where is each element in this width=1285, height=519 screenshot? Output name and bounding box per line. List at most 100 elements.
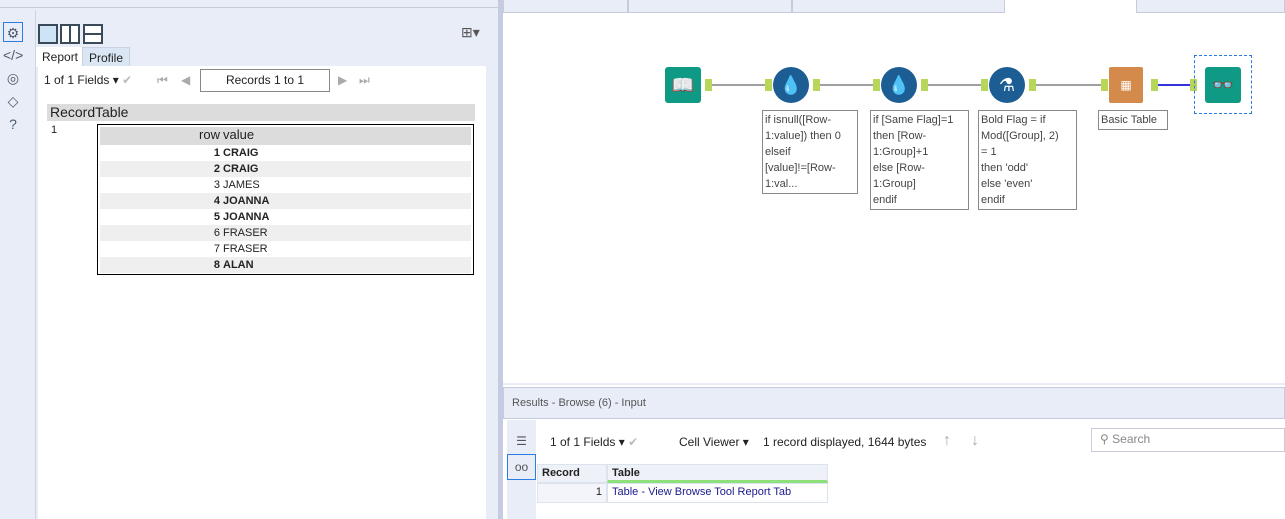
- annotation[interactable]: if [Same Flag]=1 then [Row- 1:Group]+1 e…: [870, 110, 969, 210]
- formula-flask-icon[interactable]: ⚗: [989, 67, 1025, 103]
- arrow-up-icon[interactable]: ↑: [943, 432, 951, 450]
- connection: [820, 84, 880, 86]
- single-layout-button[interactable]: [38, 24, 58, 44]
- table-row: 8 ALAN: [100, 257, 471, 273]
- tab-report[interactable]: Report: [36, 47, 85, 67]
- viewer-label: Cell Viewer: [679, 435, 740, 449]
- row-value: JOANNA: [223, 195, 270, 207]
- connection: [1158, 84, 1192, 86]
- row-number: 7: [213, 243, 220, 255]
- results-sidebar: ☰ oo: [507, 420, 536, 519]
- search-placeholder: Search: [1112, 432, 1151, 446]
- results-cell-record: 1: [537, 483, 607, 503]
- row-number: 5: [213, 211, 220, 223]
- outer-table-header: RecordTable: [47, 104, 475, 121]
- connection: [1036, 84, 1108, 86]
- table-row: 2 CRAIG: [100, 161, 471, 177]
- results-fields-dropdown[interactable]: 1 of 1 Fields ▾ ✔: [550, 435, 638, 449]
- search-input[interactable]: ⚲ Search: [1091, 428, 1285, 452]
- connection-icon[interactable]: ◎: [3, 68, 23, 88]
- check-icon[interactable]: ✔: [122, 73, 132, 87]
- annotation[interactable]: Basic Table: [1098, 110, 1168, 130]
- list-view-icon[interactable]: ☰: [507, 434, 536, 448]
- table-row: 4 JOANNA: [100, 193, 471, 209]
- fields-dropdown[interactable]: 1 of 1 Fields ▾ ✔: [44, 73, 132, 87]
- add-window-dropdown-icon[interactable]: ⊞▾: [461, 24, 480, 41]
- canvas-tab[interactable]: [503, 0, 628, 13]
- results-header-record[interactable]: Record: [537, 464, 607, 483]
- input-anchor[interactable]: [981, 79, 988, 91]
- table-row: 3 JAMES: [100, 177, 471, 193]
- results-status: 1 record displayed, 1644 bytes: [763, 435, 927, 449]
- arrow-down-icon[interactable]: ↓: [971, 432, 979, 450]
- horizontal-layout-button[interactable]: [60, 24, 80, 44]
- input-anchor[interactable]: [765, 79, 772, 91]
- inner-header: row value: [100, 127, 471, 145]
- output-anchor[interactable]: [705, 79, 712, 91]
- table-row: 6 FRASER: [100, 225, 471, 241]
- gear-icon[interactable]: ⚙: [3, 22, 23, 42]
- tab-profile[interactable]: Profile: [82, 47, 131, 67]
- row-value: JAMES: [223, 179, 260, 191]
- header-table: Table: [95, 104, 129, 120]
- table-row: 7 FRASER: [100, 241, 471, 257]
- binoculars-icon: 👓: [1205, 67, 1241, 103]
- fields-label: 1 of 1 Fields: [550, 435, 616, 449]
- table-row: 1 CRAIG: [100, 145, 471, 161]
- results-title: Results - Browse (6) - Input: [503, 387, 1285, 419]
- canvas-tab[interactable]: [792, 0, 1005, 13]
- vertical-layout-button[interactable]: [83, 24, 103, 44]
- basic-table-icon[interactable]: ▦: [1109, 67, 1143, 103]
- annotation[interactable]: Bold Flag = if Mod([Group], 2) = 1 then …: [978, 110, 1077, 210]
- header-record: Record: [50, 104, 96, 120]
- row-value: CRAIG: [223, 163, 259, 175]
- row-value: ALAN: [223, 259, 254, 271]
- row-number: 6: [213, 227, 220, 239]
- row-value: JOANNA: [223, 211, 270, 223]
- help-icon[interactable]: ?: [3, 114, 23, 134]
- first-record-icon[interactable]: ⏮: [157, 73, 168, 88]
- header-value: value: [223, 127, 255, 142]
- row-number: 2: [213, 163, 220, 175]
- input-tool-book-icon[interactable]: 📖: [665, 67, 701, 103]
- input-anchor[interactable]: [873, 79, 880, 91]
- last-record-icon[interactable]: ⏭: [359, 73, 370, 88]
- row-value: FRASER: [223, 227, 268, 239]
- prev-record-icon[interactable]: ◀: [181, 73, 190, 87]
- record-number: 1: [51, 124, 58, 136]
- search-icon: ⚲: [1100, 432, 1109, 446]
- binoculars-icon[interactable]: oo: [507, 454, 536, 480]
- report-table: row value 1 CRAIG 2 CRAIG 3 JAMES 4 JOANNA 5 JOANN…: [97, 124, 474, 275]
- output-anchor[interactable]: [1151, 79, 1158, 91]
- browse-tool-selection[interactable]: 👓: [1194, 55, 1252, 114]
- output-anchor[interactable]: [813, 79, 820, 91]
- tag-icon[interactable]: ◇: [3, 91, 23, 111]
- results-cell-table[interactable]: Table - View Browse Tool Report Tab: [607, 483, 828, 503]
- canvas-tab[interactable]: [628, 0, 792, 13]
- fields-label: 1 of 1 Fields: [44, 73, 110, 87]
- check-icon[interactable]: ✔: [628, 435, 638, 449]
- side-icon-bar: ⚙ </> ◎ ◇ ?: [0, 10, 36, 519]
- multi-row-formula-icon[interactable]: 💧: [773, 67, 809, 103]
- input-anchor[interactable]: [1101, 79, 1108, 91]
- output-anchor[interactable]: [1029, 79, 1036, 91]
- connection: [928, 84, 988, 86]
- next-record-icon[interactable]: ▶: [338, 73, 347, 87]
- records-range: Records 1 to 1: [200, 69, 330, 92]
- code-icon[interactable]: </>: [3, 45, 23, 65]
- cell-viewer-dropdown[interactable]: Cell Viewer ▾: [679, 435, 749, 449]
- top-strip: [0, 0, 500, 8]
- table-row: 5 JOANNA: [100, 209, 471, 225]
- annotation[interactable]: if isnull([Row- 1:value]) then 0 elseif …: [762, 110, 858, 194]
- multi-row-formula-icon[interactable]: 💧: [881, 67, 917, 103]
- row-number: 1: [213, 147, 220, 159]
- row-number: 8: [213, 259, 220, 271]
- header-row: row: [199, 127, 220, 142]
- results-header-table[interactable]: Table: [607, 464, 828, 483]
- row-number: 4: [213, 195, 220, 207]
- output-anchor[interactable]: [921, 79, 928, 91]
- row-value: FRASER: [223, 243, 268, 255]
- row-value: CRAIG: [223, 147, 259, 159]
- connection: [712, 84, 772, 86]
- canvas-tab[interactable]: [1136, 0, 1285, 13]
